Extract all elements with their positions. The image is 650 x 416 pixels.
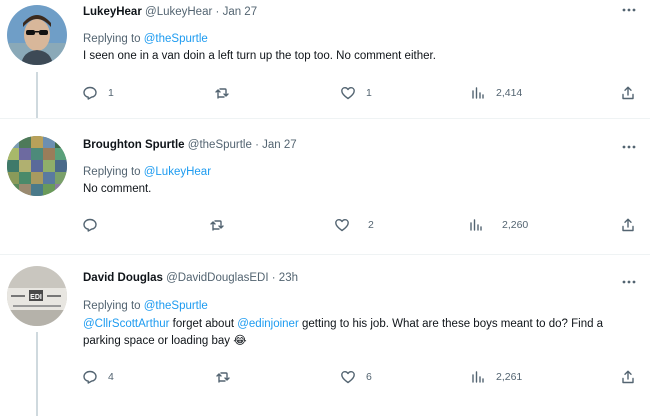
reply-count: 4 — [108, 371, 114, 383]
views-icon — [472, 87, 484, 99]
reply-button[interactable]: 4 — [82, 367, 114, 387]
reply-button[interactable]: 1 — [82, 83, 114, 103]
tweet-2[interactable]: Broughton Spurtle @theSpurtle · Jan 27 R… — [0, 124, 650, 252]
timestamp[interactable]: Jan 27 — [223, 6, 258, 18]
tweet-text: @CllrScottArthur forget about @edinjoine… — [83, 316, 638, 350]
tweet-actions: 4 6 2,261 — [0, 367, 650, 387]
mention-link[interactable]: @CllrScottArthur — [83, 318, 169, 330]
replying-to-label: Replying to — [83, 300, 144, 312]
tweet-text: I seen one in a van doin a left turn up … — [83, 50, 436, 62]
replying-to-mention[interactable]: @LukeyHear — [144, 166, 211, 178]
avatar[interactable]: EDI — [7, 266, 67, 326]
separator-dot: · — [271, 272, 276, 284]
views-count: 2,260 — [502, 219, 529, 231]
replying-to: Replying to @theSpurtle — [83, 31, 208, 47]
tweet-text-segment: forget about — [169, 318, 238, 330]
user-handle[interactable]: @theSpurtle — [188, 139, 252, 151]
replying-to-label: Replying to — [83, 33, 144, 45]
display-name[interactable]: LukeyHear — [83, 6, 142, 18]
tweet-header: Broughton Spurtle @theSpurtle · Jan 27 — [83, 137, 297, 153]
more-icon[interactable] — [620, 4, 638, 16]
share-button[interactable] — [620, 215, 636, 235]
tweet-1[interactable]: LukeyHear @LukeyHear · Jan 27 Replying t… — [0, 0, 650, 118]
views-button[interactable]: 2,261 — [470, 367, 522, 387]
display-name[interactable]: Broughton Spurtle — [83, 139, 185, 151]
tweet-actions: 2 2,260 — [0, 215, 650, 235]
like-count: 2 — [368, 219, 374, 231]
separator-dot: · — [215, 6, 220, 18]
views-count: 2,261 — [496, 371, 523, 383]
tweet-divider — [0, 118, 650, 119]
replying-to: Replying to @LukeyHear — [83, 164, 211, 180]
user-handle[interactable]: @LukeyHear — [145, 6, 212, 18]
timestamp[interactable]: Jan 27 — [262, 139, 297, 151]
like-button[interactable]: 2 — [334, 215, 374, 235]
heart-icon — [341, 87, 355, 100]
heart-icon — [341, 371, 355, 384]
tweet-3[interactable]: EDI David Douglas @DavidDouglasEDI · 23h… — [0, 254, 650, 416]
retweet-button[interactable] — [209, 215, 235, 235]
like-button[interactable]: 6 — [340, 367, 372, 387]
share-button[interactable] — [620, 83, 636, 103]
share-icon — [622, 370, 634, 384]
heart-icon — [335, 219, 349, 232]
separator-dot: · — [255, 139, 259, 151]
replying-to: Replying to @theSpurtle — [83, 298, 208, 314]
like-button[interactable]: 1 — [340, 83, 372, 103]
avatar[interactable] — [7, 5, 67, 65]
views-icon — [470, 219, 482, 231]
replying-to-mention[interactable]: @theSpurtle — [144, 33, 208, 45]
tweet-header: David Douglas @DavidDouglasEDI · 23h — [83, 270, 298, 286]
display-name[interactable]: David Douglas — [83, 272, 163, 284]
avatar-sign-text: EDI — [30, 294, 42, 301]
user-handle[interactable]: @DavidDouglasEDI — [166, 272, 268, 284]
replying-to-mention[interactable]: @theSpurtle — [144, 300, 208, 312]
views-icon — [472, 371, 484, 383]
more-icon[interactable] — [620, 141, 638, 153]
like-count: 1 — [366, 87, 372, 99]
reply-icon — [83, 370, 97, 384]
reply-count: 1 — [108, 87, 114, 99]
replying-to-label: Replying to — [83, 166, 144, 178]
views-button[interactable]: 2,260 — [468, 215, 528, 235]
mention-link[interactable]: @edinjoiner — [237, 318, 299, 330]
like-count: 6 — [366, 371, 372, 383]
views-button[interactable]: 2,414 — [470, 83, 522, 103]
retweet-icon — [215, 88, 229, 99]
avatar[interactable] — [7, 136, 67, 196]
reply-icon — [83, 218, 97, 232]
share-button[interactable] — [620, 367, 636, 387]
tweet-actions: 1 1 2,414 — [0, 83, 650, 103]
retweet-icon — [210, 220, 224, 231]
tweet-text: No comment. — [83, 183, 152, 195]
timestamp[interactable]: 23h — [279, 272, 298, 284]
retweet-icon — [216, 372, 230, 383]
more-icon[interactable] — [620, 276, 638, 288]
retweet-button[interactable] — [215, 367, 241, 387]
share-icon — [622, 86, 634, 100]
tweet-header: LukeyHear @LukeyHear · Jan 27 — [83, 4, 257, 20]
reply-button[interactable] — [82, 215, 108, 235]
reply-icon — [83, 86, 97, 100]
share-icon — [622, 218, 634, 232]
retweet-button[interactable] — [214, 83, 240, 103]
views-count: 2,414 — [496, 87, 523, 99]
